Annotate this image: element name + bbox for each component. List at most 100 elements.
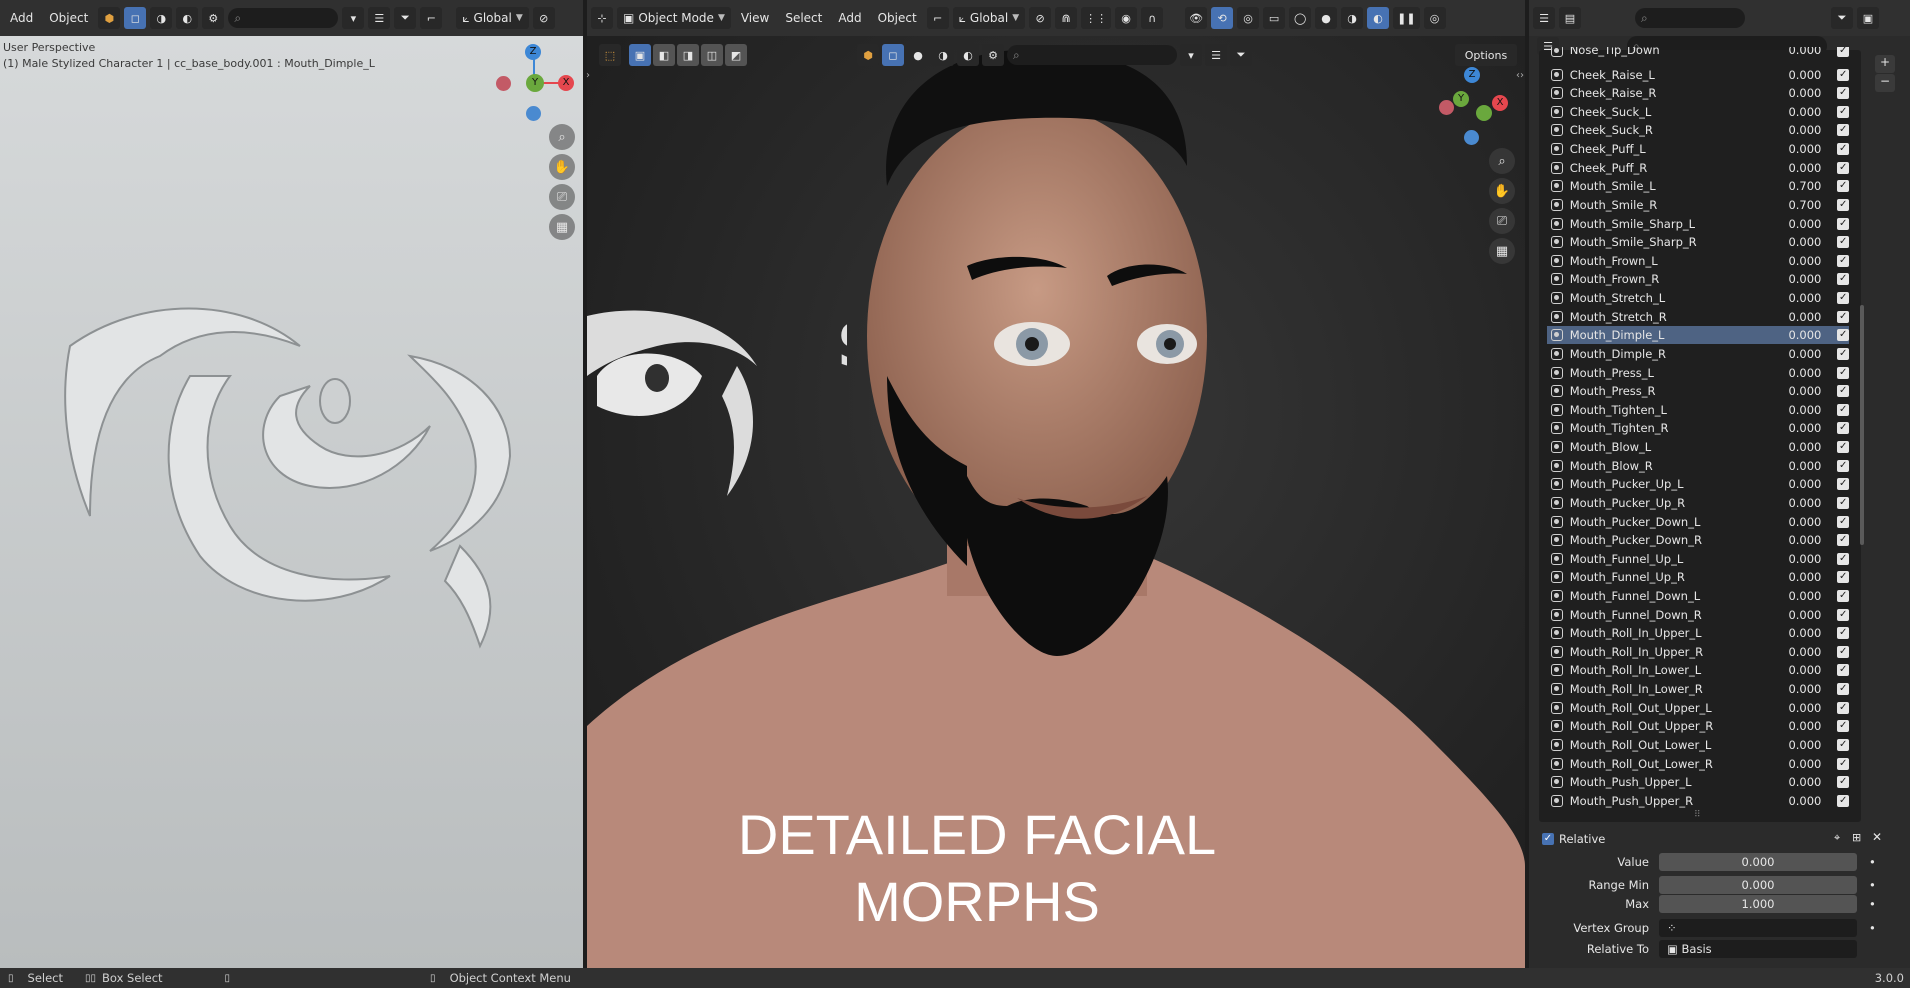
- shape-key-name[interactable]: Mouth_Frown_L: [1570, 254, 1768, 268]
- gizmo-icon[interactable]: ⚙: [982, 44, 1004, 66]
- shape-key-row[interactable]: Mouth_Funnel_Down_R 0.000 ✓: [1547, 606, 1849, 624]
- ortho-grid-icon[interactable]: ▦: [549, 214, 575, 240]
- remove-shape-key-button[interactable]: −: [1875, 74, 1895, 92]
- shape-key-name[interactable]: Mouth_Roll_Out_Upper_L: [1570, 701, 1768, 715]
- shape-key-row[interactable]: Mouth_Tighten_R 0.000 ✓: [1547, 419, 1849, 437]
- shape-key-row[interactable]: Mouth_Roll_In_Upper_L 0.000 ✓: [1547, 624, 1849, 642]
- shape-key-mute-checkbox[interactable]: ✓: [1837, 459, 1849, 472]
- shape-key-name[interactable]: Mouth_Stretch_L: [1570, 291, 1768, 305]
- shape-key-row[interactable]: Mouth_Frown_L 0.000 ✓: [1547, 252, 1849, 270]
- shape-key-mute-checkbox[interactable]: ✓: [1837, 87, 1849, 100]
- shape-key-value[interactable]: 0.000: [1768, 589, 1821, 603]
- shape-key-row[interactable]: Cheek_Raise_R 0.000 ✓: [1547, 84, 1849, 102]
- gizmo-neg-x-dot[interactable]: [1439, 100, 1454, 115]
- select-new-icon[interactable]: ▣: [629, 44, 651, 66]
- gizmo-x-button[interactable]: X: [1492, 95, 1508, 111]
- shape-key-row[interactable]: Cheek_Puff_R 0.000 ✓: [1547, 159, 1849, 177]
- shape-key-name[interactable]: Mouth_Roll_In_Upper_R: [1570, 645, 1768, 659]
- shape-key-mute-checkbox[interactable]: ✓: [1837, 403, 1849, 416]
- shape-key-row[interactable]: Cheek_Suck_L 0.000 ✓: [1547, 103, 1849, 121]
- lock-shape-icon[interactable]: ⌖: [1834, 831, 1840, 845]
- value-field[interactable]: 0.000: [1659, 853, 1857, 871]
- shape-key-mute-checkbox[interactable]: ✓: [1837, 292, 1849, 305]
- apply-mix-icon[interactable]: ⊞: [1852, 831, 1861, 844]
- shape-key-name[interactable]: Mouth_Smile_Sharp_R: [1570, 235, 1768, 249]
- shape-key-value[interactable]: 0.000: [1768, 663, 1821, 677]
- shape-key-name[interactable]: Mouth_Pucker_Up_L: [1570, 477, 1768, 491]
- shape-key-value[interactable]: 0.000: [1768, 626, 1821, 640]
- shading-material-icon[interactable]: ◑: [932, 44, 954, 66]
- shape-key-name[interactable]: Mouth_Dimple_R: [1570, 347, 1768, 361]
- shape-key-row[interactable]: Mouth_Frown_R 0.000 ✓: [1547, 270, 1849, 288]
- funnel-filter-icon[interactable]: ⏷: [1230, 44, 1252, 66]
- shape-key-value[interactable]: 0.000: [1768, 366, 1821, 380]
- shape-key-value[interactable]: 0.000: [1768, 47, 1821, 57]
- material-shading-icon[interactable]: ◑: [1341, 7, 1364, 29]
- shape-key-name[interactable]: Cheek_Raise_R: [1570, 86, 1768, 100]
- shape-key-row[interactable]: Mouth_Roll_In_Lower_R 0.000 ✓: [1547, 680, 1849, 698]
- shape-key-mute-checkbox[interactable]: ✓: [1837, 143, 1849, 156]
- gizmo-neg-x-dot[interactable]: [496, 76, 511, 91]
- shape-key-name[interactable]: Cheek_Puff_R: [1570, 161, 1768, 175]
- shape-key-row[interactable]: Mouth_Pucker_Up_L 0.000 ✓: [1547, 475, 1849, 493]
- shape-key-mute-checkbox[interactable]: ✓: [1837, 47, 1849, 57]
- shape-key-row[interactable]: Cheek_Suck_R 0.000 ✓: [1547, 121, 1849, 139]
- shape-key-value[interactable]: 0.000: [1768, 645, 1821, 659]
- shape-key-row[interactable]: Mouth_Stretch_L 0.000 ✓: [1547, 289, 1849, 307]
- shape-key-mute-checkbox[interactable]: ✓: [1837, 757, 1849, 770]
- shape-key-name[interactable]: Cheek_Raise_L: [1570, 68, 1768, 82]
- shape-key-value[interactable]: 0.000: [1768, 68, 1821, 82]
- shape-key-value[interactable]: 0.000: [1768, 291, 1821, 305]
- ortho-grid-icon[interactable]: ▦: [1489, 238, 1515, 264]
- shape-key-row[interactable]: Mouth_Smile_L 0.700 ✓: [1547, 177, 1849, 195]
- shape-key-value[interactable]: 0.000: [1768, 682, 1821, 696]
- shape-key-mute-checkbox[interactable]: ✓: [1837, 738, 1849, 751]
- shape-key-value[interactable]: 0.000: [1768, 738, 1821, 752]
- shape-key-name[interactable]: Mouth_Blow_R: [1570, 459, 1768, 473]
- rendered-shading-icon[interactable]: ◐: [1367, 7, 1390, 29]
- shape-key-mute-checkbox[interactable]: ✓: [1837, 236, 1849, 249]
- left-search-input[interactable]: ⌕: [228, 8, 339, 28]
- shape-key-name[interactable]: Mouth_Funnel_Up_R: [1570, 570, 1768, 584]
- shape-key-name[interactable]: Mouth_Pucker_Up_R: [1570, 496, 1768, 510]
- menu-add[interactable]: Add: [4, 8, 39, 28]
- shape-key-mute-checkbox[interactable]: ✓: [1837, 161, 1849, 174]
- max-field[interactable]: 1.000: [1659, 895, 1857, 913]
- keyframe-dot-icon[interactable]: •: [1869, 921, 1876, 935]
- mode-dropdown[interactable]: ▣ Object Mode ▼: [617, 7, 731, 29]
- options-button[interactable]: Options: [1455, 44, 1517, 66]
- range-min-field[interactable]: 0.000: [1659, 876, 1857, 894]
- shading-solid-icon[interactable]: ●: [907, 44, 929, 66]
- shape-key-value[interactable]: 0.000: [1768, 254, 1821, 268]
- editor-type-icon[interactable]: ☰: [1533, 7, 1555, 29]
- shape-key-value[interactable]: 0.000: [1768, 86, 1821, 100]
- menu-object[interactable]: Object: [872, 8, 923, 28]
- shape-key-mute-checkbox[interactable]: ✓: [1837, 254, 1849, 267]
- toolbar-select-icon[interactable]: ⬚: [599, 44, 621, 66]
- shape-key-mute-checkbox[interactable]: ✓: [1837, 683, 1849, 696]
- shape-key-mute-checkbox[interactable]: ✓: [1837, 571, 1849, 584]
- shape-key-mute-checkbox[interactable]: ✓: [1837, 645, 1849, 658]
- shape-key-name[interactable]: Mouth_Press_L: [1570, 366, 1768, 380]
- wireframe-shading-icon[interactable]: ◯: [1289, 7, 1312, 29]
- shape-key-name[interactable]: Mouth_Pucker_Down_R: [1570, 533, 1768, 547]
- shape-key-name[interactable]: Mouth_Push_Upper_R: [1570, 794, 1768, 808]
- gizmo-toggle-icon[interactable]: ⟲: [1211, 7, 1234, 29]
- gizmo-y-button[interactable]: Y: [1453, 91, 1469, 107]
- shape-key-mute-checkbox[interactable]: ✓: [1837, 385, 1849, 398]
- shape-key-value[interactable]: 0.000: [1768, 701, 1821, 715]
- zoom-icon[interactable]: ⌕: [549, 124, 575, 150]
- gizmo-z-button[interactable]: Z: [525, 44, 541, 60]
- shape-key-name[interactable]: Mouth_Roll_Out_Lower_R: [1570, 757, 1768, 771]
- shape-key-row[interactable]: Mouth_Dimple_L 0.000 ✓: [1547, 326, 1849, 345]
- area-split-arrow-left[interactable]: ›: [586, 70, 590, 81]
- shape-key-mute-checkbox[interactable]: ✓: [1837, 534, 1849, 547]
- filter-dropdown-icon[interactable]: ▾: [342, 7, 365, 29]
- shape-key-row[interactable]: Mouth_Funnel_Down_L 0.000 ✓: [1547, 587, 1849, 605]
- shape-key-mute-checkbox[interactable]: ✓: [1837, 105, 1849, 118]
- shape-key-name[interactable]: Cheek_Puff_L: [1570, 142, 1768, 156]
- shape-key-row[interactable]: Mouth_Roll_Out_Upper_L 0.000 ✓: [1547, 699, 1849, 717]
- vertex-group-field[interactable]: ⁘: [1659, 919, 1857, 937]
- xray-icon[interactable]: ▭: [1263, 7, 1286, 29]
- shape-key-row[interactable]: Mouth_Press_R 0.000 ✓: [1547, 382, 1849, 400]
